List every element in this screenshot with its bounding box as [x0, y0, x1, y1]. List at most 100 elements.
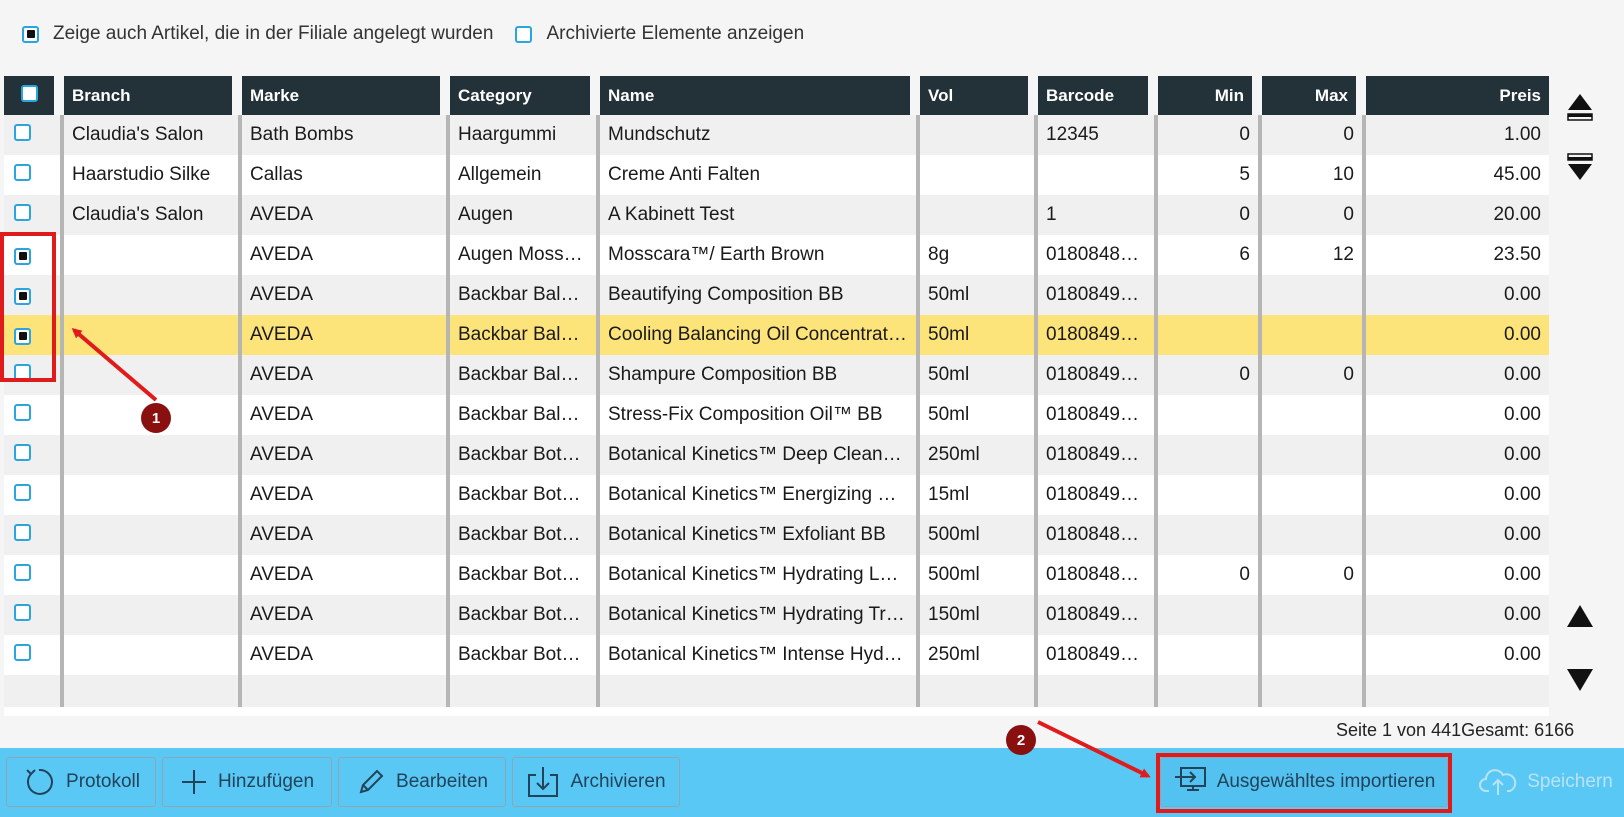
row-select-checkbox[interactable] [14, 203, 31, 221]
filler-cell [1158, 675, 1262, 707]
cell-vol: 50ml [920, 315, 1038, 355]
row-select-checkbox[interactable] [14, 163, 31, 181]
select-all-checkbox[interactable] [20, 84, 38, 102]
table-row[interactable]: AVEDA Backbar Botanical Botanical Kinetics… [4, 595, 1549, 635]
filter-show-archived[interactable]: Archivierte Elemente anzeigen [515, 23, 804, 45]
cell-name: Shampure Composition BB [600, 355, 920, 395]
archive-button[interactable]: Archivieren [512, 757, 680, 807]
row-select-cell [4, 515, 64, 555]
column-header-min[interactable]: Min [1158, 76, 1262, 115]
table-row[interactable]: AVEDA Backbar Botanical Botanical Kinetics… [4, 555, 1549, 595]
show-branch-items-checkbox[interactable] [22, 25, 39, 43]
table-row[interactable]: AVEDABackbar BalancingCooling Balancing … [4, 315, 1549, 355]
table-row[interactable]: AVEDA Backbar Botanical Botanical Kinetics… [4, 435, 1549, 475]
add-button[interactable]: Hinzufügen [162, 757, 332, 807]
edit-button[interactable]: Bearbeiten [338, 757, 506, 807]
column-header-vol[interactable]: Vol [920, 76, 1038, 115]
add-label: Hinzufügen [217, 771, 315, 792]
cell-preis: 1.00 [1366, 115, 1549, 155]
table-row[interactable]: AVEDA Backbar Botanical Botanical Kinetics… [4, 475, 1549, 515]
column-header-category[interactable]: Category [450, 76, 600, 115]
protokoll-label: Protokoll [66, 771, 140, 792]
table-row[interactable]: AVEDA Backbar Botanical Botanical Kinetics… [4, 515, 1549, 555]
cell-min: 0 [1158, 555, 1262, 595]
cell-preis: 0.00 [1366, 355, 1549, 395]
pagination-info: Seite 1 von 441Gesamt: 6166 [1336, 720, 1575, 740]
cell-preis: 0.00 [1366, 515, 1549, 555]
column-header-name[interactable]: Name [600, 76, 920, 115]
column-header-preis[interactable]: Preis [1366, 76, 1549, 115]
filler-cell [920, 675, 1038, 707]
cell-barcode: 018084900006 [1038, 475, 1158, 515]
cell-marke: AVEDA [242, 235, 450, 275]
save-label: Speichern [1527, 771, 1613, 792]
cloud-upload-icon [1479, 769, 1517, 795]
table-row[interactable]: AVEDABackbar BalancingShampure Compositi… [4, 355, 1549, 395]
row-select-checkbox[interactable] [14, 363, 31, 381]
column-header-max[interactable]: Max [1262, 76, 1366, 115]
cell-barcode: 018084900003 [1038, 355, 1158, 395]
cell-branch [64, 435, 242, 475]
import-selected-button[interactable]: Ausgewähltes importieren [1160, 757, 1448, 807]
table-row[interactable]: AVEDABackbar BalancingBeautifying Compos… [4, 275, 1549, 315]
cell-preis: 20.00 [1366, 195, 1549, 235]
cell-max: 0 [1262, 355, 1366, 395]
row-select-checkbox[interactable] [14, 563, 31, 581]
row-select-checkbox[interactable] [14, 443, 31, 461]
table-row[interactable]: Claudia's Salon Bath Bombs Haargummi Mundsc… [4, 115, 1549, 155]
plus-icon [181, 770, 206, 794]
row-select-checkbox[interactable] [14, 523, 31, 541]
row-select-checkbox[interactable] [14, 287, 31, 305]
row-select-cell [4, 395, 64, 435]
table-row[interactable]: Haarstudio Silke Callas Allgemein Creme Ant… [4, 155, 1549, 195]
protokoll-button[interactable]: Protokoll [6, 757, 156, 807]
move-to-bottom-button[interactable] [1562, 150, 1598, 186]
show-archived-checkbox[interactable] [515, 25, 533, 43]
cell-marke: AVEDA [242, 195, 450, 235]
cell-marke: AVEDA [242, 635, 450, 675]
cell-name: Botanical Kinetics™ Exfoliant BB [600, 515, 920, 555]
row-select-checkbox[interactable] [14, 327, 31, 345]
cell-vol: 50ml [920, 275, 1038, 315]
cell-name: Botanical Kinetics™ Hydrating Treatment … [600, 595, 920, 635]
filter-show-branch-items[interactable]: Zeige auch Artikel, die in der Filiale a… [22, 23, 493, 45]
table-row[interactable]: Claudia's Salon AVEDA Augen A Kabinett Test… [4, 195, 1549, 235]
table-filler-row [4, 675, 1549, 707]
column-header-branch[interactable]: Branch [64, 76, 242, 115]
filler-cell [4, 675, 64, 707]
pencil-icon [359, 769, 384, 794]
table-row[interactable]: AVEDABackbar BalancingStress-Fix Composi… [4, 395, 1549, 435]
cell-category: Haargummi [450, 115, 600, 155]
cell-marke: AVEDA [242, 395, 450, 435]
cell-preis: 0.00 [1366, 435, 1549, 475]
cell-branch [64, 635, 242, 675]
row-select-checkbox[interactable] [14, 643, 31, 661]
scroll-up-button[interactable] [1562, 598, 1598, 634]
cell-barcode: 018084900007 [1038, 595, 1158, 635]
row-select-checkbox[interactable] [14, 603, 31, 621]
row-select-checkbox[interactable] [14, 123, 31, 141]
cell-preis: 0.00 [1366, 475, 1549, 515]
archive-icon [528, 767, 559, 797]
cell-marke: AVEDA [242, 435, 450, 475]
save-button[interactable]: Speichern [1474, 757, 1618, 807]
scroll-down-button[interactable] [1562, 662, 1598, 698]
column-header-barcode[interactable]: Barcode [1038, 76, 1158, 115]
move-to-top-button[interactable] [1562, 88, 1598, 124]
column-header-marke[interactable]: Marke [242, 76, 450, 115]
row-select-checkbox[interactable] [14, 403, 31, 421]
cell-marke: AVEDA [242, 515, 450, 555]
filler-cell [1366, 675, 1549, 707]
filter-bar: Zeige auch Artikel, die in der Filiale a… [22, 20, 826, 48]
table-row[interactable]: AVEDA Augen Mosscara Mosscara™/ Earth Brow… [4, 235, 1549, 275]
row-select-checkbox[interactable] [14, 483, 31, 501]
table-row[interactable]: AVEDA Backbar Botanical Botanical Kinetics… [4, 635, 1549, 675]
show-branch-items-label: Zeige auch Artikel, die in der Filiale a… [53, 23, 494, 44]
cell-vol: 15ml [920, 475, 1038, 515]
import-selected-label: Ausgewähltes importieren [1216, 771, 1436, 792]
row-select-checkbox[interactable] [14, 247, 31, 265]
cell-category: Augen Mosscara [450, 235, 600, 275]
archive-label: Archivieren [570, 771, 666, 792]
cell-barcode: 12345 [1038, 115, 1158, 155]
cell-barcode: 018084900008 [1038, 635, 1158, 675]
